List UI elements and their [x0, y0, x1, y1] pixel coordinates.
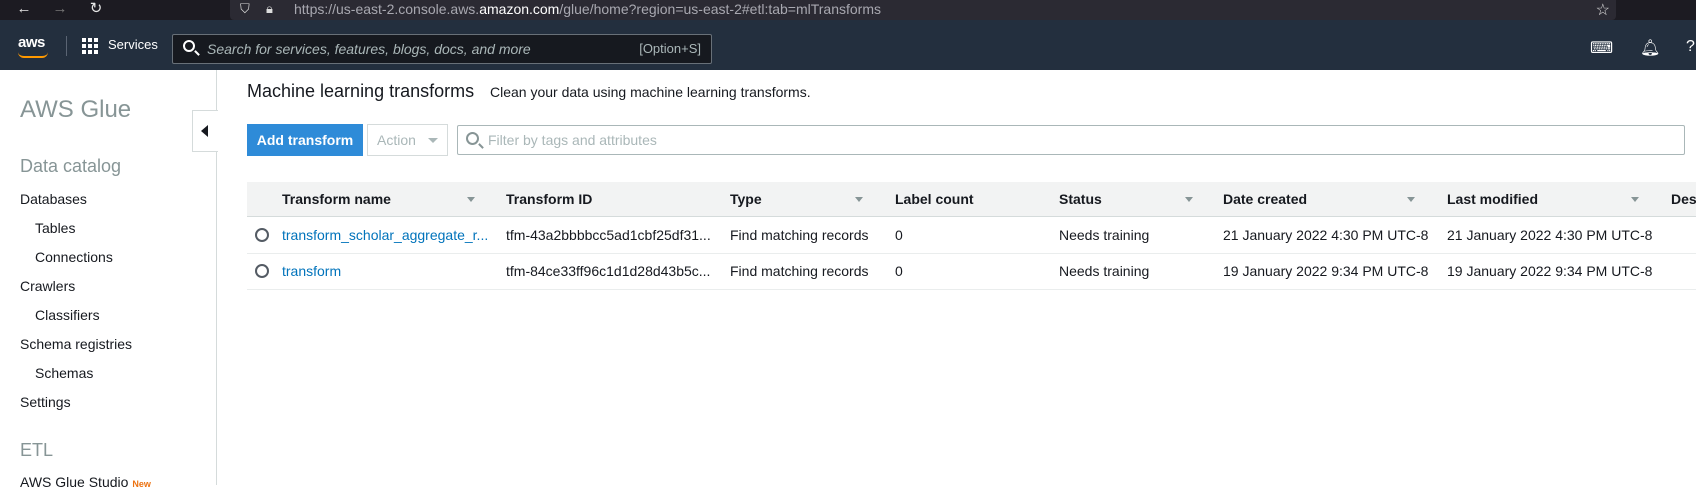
aws-logo[interactable]: aws — [18, 34, 45, 51]
table-row[interactable]: transform tfm-84ce33ff96c1d1d28d43b5c...… — [247, 254, 1696, 290]
reload-icon[interactable]: ↻ — [86, 0, 106, 20]
date-created: 21 January 2022 4:30 PM UTC-8 — [1223, 227, 1429, 243]
url-text[interactable]: https://us-east-2.console.aws.amazon.com… — [294, 1, 881, 17]
new-badge: New — [132, 479, 151, 489]
transform-name-link[interactable]: transform_scholar_aggregate_r... — [282, 227, 494, 243]
browser-toolbar: ← → ↻ ⛉ 🔒︎ https://us-east-2.console.aws… — [0, 0, 1696, 20]
transform-type: Find matching records — [730, 227, 869, 243]
sort-icon[interactable] — [855, 197, 863, 202]
nav-divider — [66, 36, 67, 56]
aws-logo-smile — [18, 52, 48, 58]
last-modified: 19 January 2022 9:34 PM UTC-8 — [1447, 263, 1653, 279]
sidebar-section-data-catalog: Data catalog — [20, 156, 122, 176]
column-header-type[interactable]: Type — [730, 191, 762, 207]
transform-type: Find matching records — [730, 263, 869, 279]
row-select-radio[interactable] — [255, 264, 269, 278]
sidebar-section-etl: ETL — [20, 440, 54, 460]
back-arrow-icon[interactable]: ← — [14, 0, 34, 20]
grid-icon — [82, 38, 98, 54]
transform-name-link[interactable]: transform — [282, 263, 494, 279]
sidebar: AWS Glue Data catalog Databases Tables C… — [0, 70, 217, 490]
label-count: 0 — [895, 227, 903, 243]
address-bar[interactable]: ⛉ 🔒︎ https://us-east-2.console.aws.amazo… — [230, 0, 1616, 20]
sidebar-item-connections[interactable]: Connections — [35, 249, 113, 265]
sort-icon[interactable] — [467, 197, 475, 202]
glue-studio-label: AWS Glue Studio — [20, 474, 129, 490]
sidebar-item-classifiers[interactable]: Classifiers — [35, 307, 100, 323]
row-select-radio[interactable] — [255, 228, 269, 242]
sidebar-item-crawlers[interactable]: Crawlers — [20, 278, 75, 294]
page-title: Machine learning transforms — [247, 81, 475, 101]
bookmark-star-icon[interactable]: ☆ — [1596, 0, 1610, 20]
filter-placeholder: Filter by tags and attributes — [488, 132, 657, 148]
collapse-sidebar-button[interactable] — [192, 110, 218, 152]
services-label: Services — [108, 37, 158, 52]
sidebar-item-databases[interactable]: Databases — [20, 191, 87, 207]
sort-icon[interactable] — [1631, 197, 1639, 202]
table-row[interactable]: transform_scholar_aggregate_r... tfm-43a… — [247, 218, 1696, 254]
help-icon[interactable]: ? — [1686, 38, 1695, 56]
sidebar-item-tables[interactable]: Tables — [35, 220, 75, 236]
services-button[interactable]: Services — [82, 34, 158, 56]
global-search-input[interactable]: Search for services, features, blogs, do… — [172, 34, 712, 64]
label-count: 0 — [895, 263, 903, 279]
action-label: Action — [377, 132, 416, 148]
forward-arrow-icon[interactable]: → — [50, 0, 70, 20]
status: Needs training — [1059, 263, 1150, 279]
notifications-bell-icon[interactable]: 🔔︎ — [1640, 38, 1660, 58]
cloudshell-icon[interactable]: ⌨ — [1590, 38, 1613, 58]
search-icon — [183, 40, 195, 52]
action-dropdown[interactable]: Action — [367, 124, 448, 156]
transform-id: tfm-84ce33ff96c1d1d28d43b5c... — [506, 263, 711, 279]
column-header-description[interactable]: Des — [1671, 191, 1696, 207]
column-header-transform-id[interactable]: Transform ID — [506, 191, 592, 207]
lock-icon[interactable]: 🔒︎ — [266, 1, 273, 17]
column-header-last-modified[interactable]: Last modified — [1447, 191, 1538, 207]
status: Needs training — [1059, 227, 1150, 243]
page-description: Clean your data using machine learning t… — [490, 84, 811, 100]
column-header-label-count[interactable]: Label count — [895, 191, 974, 207]
table-header: Transform name Transform ID Type Label c… — [247, 182, 1696, 217]
add-transform-button[interactable]: Add transform — [247, 124, 363, 156]
date-created: 19 January 2022 9:34 PM UTC-8 — [1223, 263, 1429, 279]
sort-icon[interactable] — [1407, 197, 1415, 202]
transform-id: tfm-43a2bbbbcc5ad1cbf25df31... — [506, 227, 711, 243]
sidebar-item-schema-registries[interactable]: Schema registries — [20, 336, 132, 352]
sidebar-item-schemas[interactable]: Schemas — [35, 365, 93, 381]
chevron-down-icon — [428, 138, 438, 143]
search-placeholder: Search for services, features, blogs, do… — [207, 41, 531, 57]
shield-icon[interactable]: ⛉ — [240, 1, 250, 17]
search-icon — [466, 132, 479, 145]
sidebar-item-settings[interactable]: Settings — [20, 394, 71, 410]
sidebar-item-glue-studio[interactable]: AWS Glue Studio New — [20, 474, 151, 490]
sort-icon[interactable] — [1185, 197, 1193, 202]
filter-input[interactable]: Filter by tags and attributes — [457, 125, 1685, 155]
column-header-date-created[interactable]: Date created — [1223, 191, 1307, 207]
column-header-status[interactable]: Status — [1059, 191, 1102, 207]
search-shortcut: [Option+S] — [639, 41, 701, 56]
sidebar-title[interactable]: AWS Glue — [20, 96, 131, 124]
last-modified: 21 January 2022 4:30 PM UTC-8 — [1447, 227, 1653, 243]
column-header-transform-name[interactable]: Transform name — [282, 191, 391, 207]
